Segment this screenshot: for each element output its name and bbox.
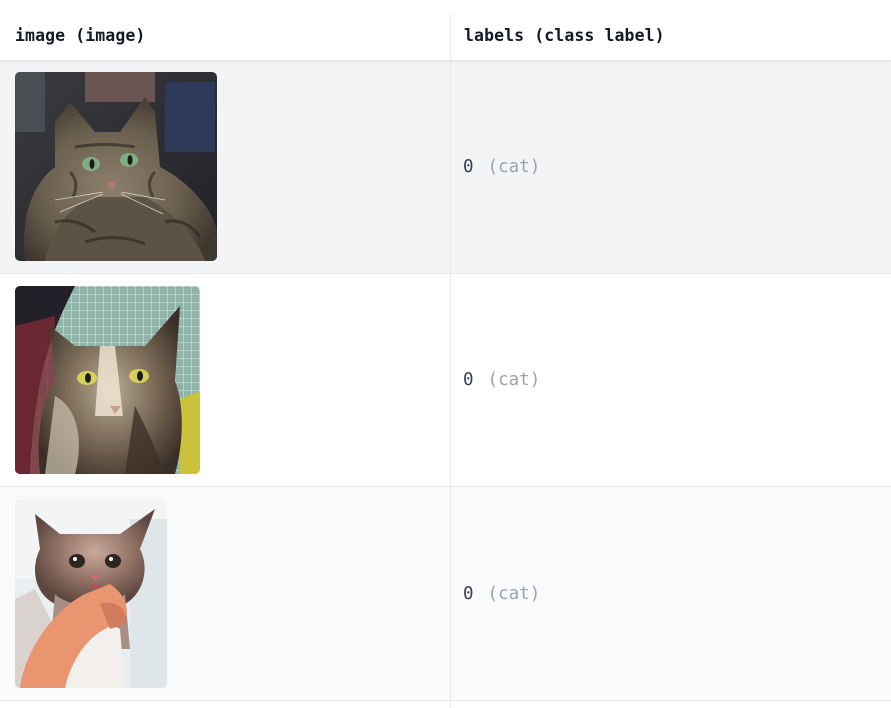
kitten-in-hand-photo[interactable] (15, 499, 167, 688)
label-value: 0 (463, 156, 474, 177)
tabby-cat-photo[interactable] (15, 72, 217, 261)
tortoiseshell-cat-photo[interactable] (15, 286, 200, 474)
table-row[interactable]: 0 (cat) (0, 60, 891, 274)
label-cell: 0 (cat) (450, 274, 891, 486)
label-name: (cat) (487, 156, 541, 177)
table-row[interactable]: 0 (cat) (0, 274, 891, 487)
column-header-label: labels (class label) (464, 25, 665, 45)
table-row[interactable]: 0 (cat) (0, 487, 891, 701)
dataset-viewer-table: image (image) labels (class label) 0 (ca… (0, 0, 891, 708)
label-cell: 0 (cat) (450, 487, 891, 700)
label-name: (cat) (487, 370, 541, 390)
label-value: 0 (463, 583, 474, 604)
column-header-label: image (image) (15, 25, 146, 45)
label-cell: 0 (cat) (450, 60, 891, 273)
label-value: 0 (463, 370, 474, 390)
column-header-labels[interactable]: labels (class label) (450, 12, 891, 60)
image-cell (0, 487, 450, 700)
table-header: image (image) labels (class label) (0, 0, 891, 60)
table-row[interactable] (0, 701, 891, 708)
column-header-image[interactable]: image (image) (0, 12, 450, 60)
label-cell (450, 701, 891, 708)
label-name: (cat) (487, 583, 541, 604)
image-cell (0, 60, 450, 273)
image-cell (0, 274, 450, 486)
